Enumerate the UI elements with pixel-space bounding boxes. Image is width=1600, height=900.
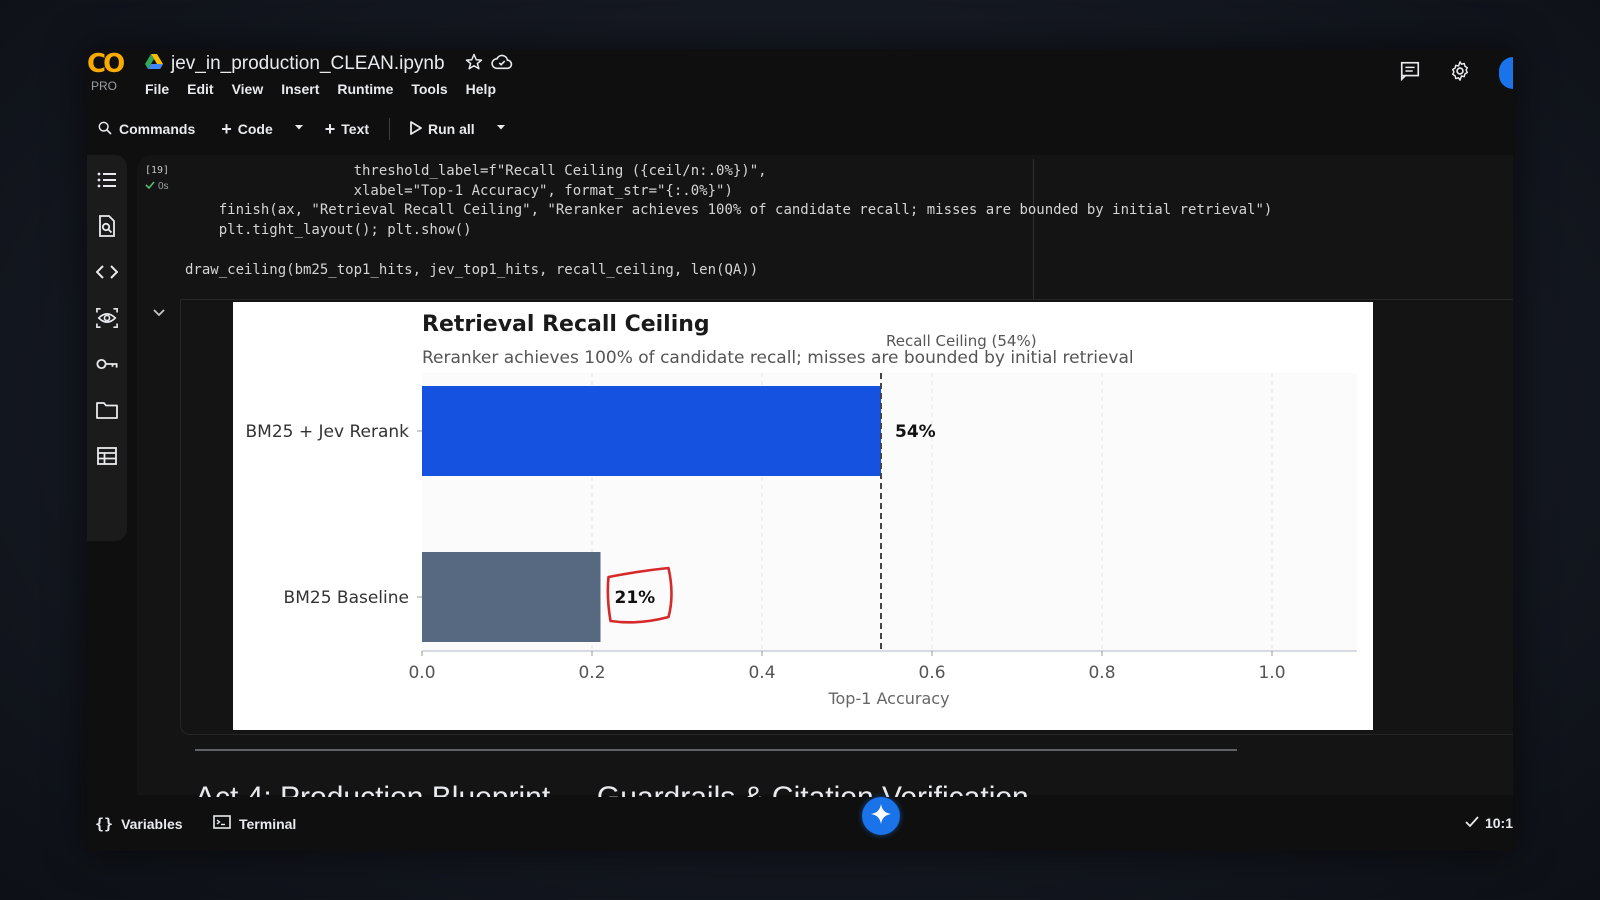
terminal-button[interactable]: Terminal (213, 815, 296, 832)
menu-help[interactable]: Help (466, 81, 496, 97)
cloud-saved-icon[interactable] (490, 53, 513, 76)
x-axis-label: Top-1 Accuracy (827, 689, 949, 708)
category-label: BM25 Baseline (284, 588, 409, 608)
pro-badge: PRO (91, 79, 118, 93)
key-icon[interactable] (96, 353, 118, 375)
terminal-icon (213, 815, 231, 832)
menu-runtime[interactable]: Runtime (337, 81, 393, 97)
menu-file[interactable]: File (145, 81, 169, 97)
search-icon (97, 120, 113, 139)
gemini-sparkle-icon (871, 803, 891, 829)
toolbar-divider (389, 118, 391, 140)
next-section-heading: Act 4: Production Blueprint — Guardrails… (195, 775, 1029, 797)
code-line: plt.tight_layout(); plt.show() (185, 222, 472, 238)
braces-icon: {} (95, 815, 114, 833)
settings-gear-icon[interactable] (1449, 60, 1471, 87)
chart-svg: 54%21% Recall Ceiling (54%) 0.0 0.2 0.4 0.6… (246, 312, 1357, 708)
run-all-label: Run all (428, 121, 475, 137)
plus-icon: + (324, 119, 336, 139)
bar (422, 386, 881, 476)
menu-edit[interactable]: Edit (187, 81, 213, 97)
star-icon[interactable] (465, 53, 483, 76)
bar (422, 552, 601, 642)
code-line: threshold_label=f"Recall Ceiling ({ceil/… (185, 163, 767, 179)
category-labels: BM25 + Jev Rerank BM25 Baseline (246, 422, 422, 608)
data-label: 21% (615, 588, 656, 608)
chart-subtitle: Reranker achieves 100% of candidate reca… (422, 348, 1134, 368)
code-editor[interactable]: threshold_label=f"Recall Ceiling ({ceil/… (185, 159, 1272, 299)
check-icon (145, 180, 155, 193)
check-icon (1465, 815, 1479, 831)
status-time: 10:1 (1484, 815, 1513, 831)
code-line: draw_ceiling(bm25_top1_hits, jev_top1_hi… (185, 262, 759, 278)
collapse-output-chevron-icon[interactable] (153, 305, 165, 323)
files-folder-icon[interactable] (96, 399, 118, 421)
toolbar: Commands + Code + Text Run all (87, 111, 1513, 147)
data-label: 54% (895, 422, 936, 442)
execution-status: 0s (145, 180, 185, 193)
secrets-eye-icon[interactable] (96, 307, 118, 329)
colab-logo[interactable]: CO PRO (87, 49, 131, 99)
find-icon[interactable] (96, 215, 118, 237)
x-ticks: 0.0 0.2 0.4 0.6 0.8 1.0 (408, 651, 1286, 683)
plus-icon: + (221, 119, 232, 139)
run-options-chevron-down-icon[interactable] (495, 120, 507, 138)
x-tick-label: 0.8 (1088, 663, 1115, 683)
header-actions (1399, 57, 1513, 89)
execution-count: [19] (145, 165, 170, 176)
code-label: Code (237, 121, 273, 137)
add-text-button[interactable]: + Text (319, 117, 375, 141)
text-label: Text (341, 121, 370, 137)
left-sidebar (87, 155, 127, 541)
variables-label: Variables (121, 816, 183, 832)
table-of-contents-icon[interactable] (96, 169, 118, 191)
drive-icon (145, 53, 163, 75)
category-label: BM25 + Jev Rerank (246, 422, 410, 442)
variables-button[interactable]: {} Variables (95, 815, 183, 833)
commands-label: Commands (119, 121, 196, 137)
x-tick-label: 0.6 (918, 663, 945, 683)
gemini-button[interactable] (862, 797, 900, 835)
add-code-button[interactable]: + Code (215, 117, 279, 141)
x-tick-label: 0.4 (748, 663, 775, 683)
code-snippets-icon[interactable] (96, 261, 118, 283)
x-tick-label: 0.0 (408, 663, 435, 683)
section-divider (195, 749, 1237, 751)
notebook-title[interactable]: jev_in_production_CLEAN.ipynb (171, 53, 445, 75)
colab-logo-text: CO (87, 49, 125, 79)
avatar[interactable] (1499, 57, 1513, 89)
x-tick-label: 1.0 (1258, 663, 1285, 683)
menu-view[interactable]: View (232, 81, 264, 97)
comments-icon[interactable] (1399, 60, 1421, 87)
menu-insert[interactable]: Insert (281, 81, 319, 97)
play-icon (410, 120, 422, 138)
menu-tools[interactable]: Tools (411, 81, 447, 97)
menu-bar: File Edit View Insert Runtime Tools Help (145, 81, 496, 97)
title-row: jev_in_production_CLEAN.ipynb (145, 51, 513, 77)
chart-output: 54% 21% Recall Ceiling (54%) 0.0 0.2 0.4 0.6… (233, 302, 1373, 730)
terminal-label: Terminal (239, 815, 297, 832)
code-line: finish(ax, "Retrieval Recall Ceiling", "… (185, 202, 1273, 218)
data-table-icon[interactable] (96, 445, 118, 467)
status-bar: {} Variables Terminal 10:1 (87, 801, 1513, 851)
cell-gutter: [19] 0s (145, 165, 185, 193)
chart-title: Retrieval Recall Ceiling (422, 312, 710, 337)
x-tick-label: 0.2 (578, 663, 605, 683)
execution-time: 0s (158, 181, 169, 192)
runtime-status[interactable]: 10:1 (1465, 815, 1513, 831)
colab-window: CO PRO jev_in_production_CLEAN.ipynb Fil… (87, 49, 1513, 851)
code-line: xlabel="Top-1 Accuracy", format_str="{:.… (185, 183, 733, 199)
commands-button[interactable]: Commands (91, 116, 201, 143)
run-all-button[interactable]: Run all (404, 117, 481, 142)
code-options-chevron-down-icon[interactable] (293, 120, 305, 138)
